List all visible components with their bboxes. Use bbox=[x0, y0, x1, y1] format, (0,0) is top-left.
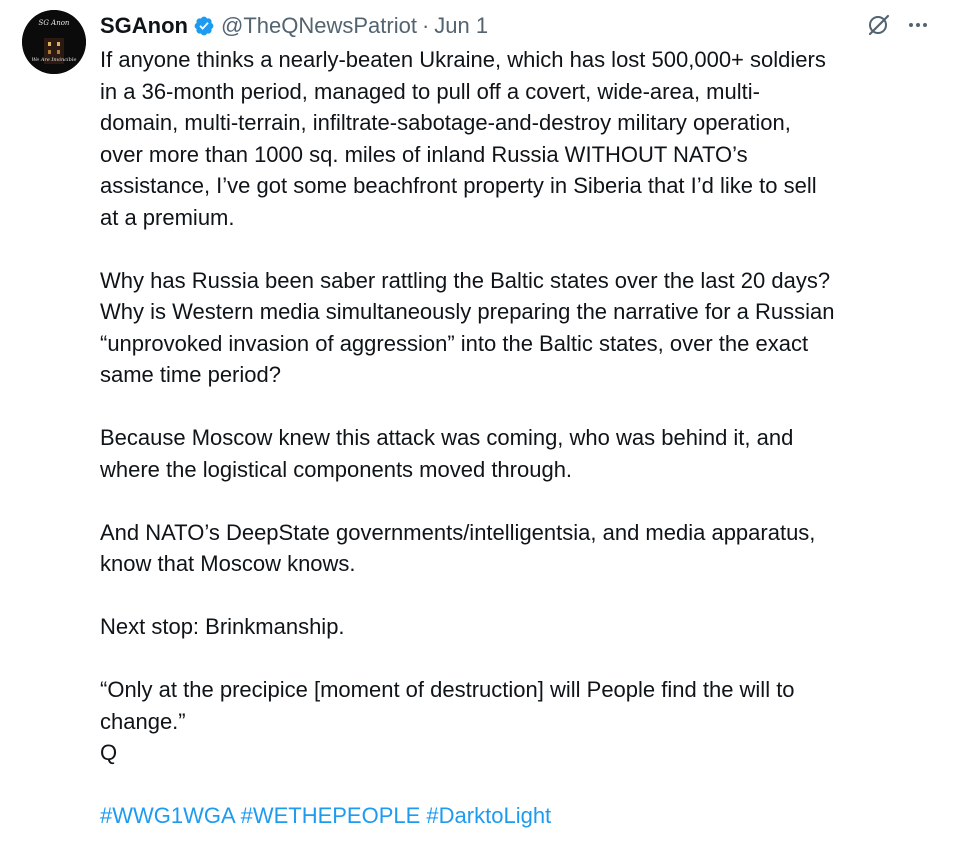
post-date[interactable]: Jun 1 bbox=[434, 13, 488, 39]
hashtag-row: #WWG1WGA #WETHEPEOPLE #DarktoLight bbox=[100, 800, 940, 832]
tweet-text: If anyone thinks a nearly-beaten Ukraine… bbox=[100, 44, 940, 832]
hashtag-link[interactable]: #DarktoLight bbox=[426, 803, 551, 828]
text-line: same time period? bbox=[100, 362, 281, 387]
text-line: where the logistical components moved th… bbox=[100, 456, 573, 482]
author-handle[interactable]: @TheQNewsPatriot bbox=[221, 13, 417, 39]
text-line: at a premium. bbox=[100, 204, 235, 230]
text-line: Why has Russia been saber rattling the B… bbox=[100, 267, 831, 293]
grok-icon[interactable] bbox=[866, 12, 892, 43]
text-line: change.” bbox=[100, 708, 186, 734]
text-line: “unprovoked invasion of aggression” into… bbox=[100, 330, 809, 356]
hashtag-link[interactable]: #WETHEPEOPLE bbox=[241, 803, 421, 828]
text-line: Because Moscow knew this attack was comi… bbox=[100, 425, 794, 450]
paragraph-5: Next stop: Brinkmanship. bbox=[100, 611, 940, 643]
text-line: Next stop: Brinkmanship. bbox=[100, 614, 345, 639]
text-line: domain, multi-terrain, infiltrate-sabota… bbox=[100, 110, 791, 135]
avatar[interactable]: SG Anon We Are Invincible bbox=[22, 10, 86, 74]
more-icon[interactable] bbox=[906, 13, 930, 42]
paragraph-2: Why has Russia been saber rattling the B… bbox=[100, 265, 940, 391]
text-line: in a 36-month period, managed to pull of… bbox=[100, 78, 760, 104]
paragraph-1: If anyone thinks a nearly-beaten Ukraine… bbox=[100, 44, 940, 233]
text-line: Why is Western media simultaneously prep… bbox=[100, 299, 835, 324]
avatar-top-text: SG Anon bbox=[39, 19, 70, 27]
text-line: “Only at the precipice [moment of destru… bbox=[100, 677, 795, 702]
text-line: over more than 1000 sq. miles of inland … bbox=[100, 141, 748, 167]
avatar-image: SG Anon We Are Invincible bbox=[22, 10, 86, 74]
text-line: assistance, I’ve got some beachfront pro… bbox=[100, 173, 817, 198]
paragraph-6: “Only at the precipice [moment of destru… bbox=[100, 674, 940, 769]
display-name[interactable]: SGAnon bbox=[100, 13, 188, 39]
verified-badge-icon[interactable] bbox=[193, 15, 215, 37]
text-line: If anyone thinks a nearly-beaten Ukraine… bbox=[100, 47, 826, 72]
tweet-actions bbox=[866, 12, 930, 43]
paragraph-4: And NATO’s DeepState governments/intelli… bbox=[100, 517, 940, 580]
paragraph-3: Because Moscow knew this attack was comi… bbox=[100, 422, 940, 485]
text-line: And NATO’s DeepState governments/intelli… bbox=[100, 519, 816, 545]
separator-dot: · bbox=[421, 13, 430, 38]
tweet-header: SGAnon @TheQNewsPatriot · Jun 1 bbox=[100, 10, 488, 42]
text-line: know that Moscow knows. bbox=[100, 551, 356, 576]
text-line: Q bbox=[100, 740, 118, 765]
avatar-bottom-text: We Are Invincible bbox=[32, 57, 77, 63]
hashtag-link[interactable]: #WWG1WGA bbox=[100, 803, 234, 828]
